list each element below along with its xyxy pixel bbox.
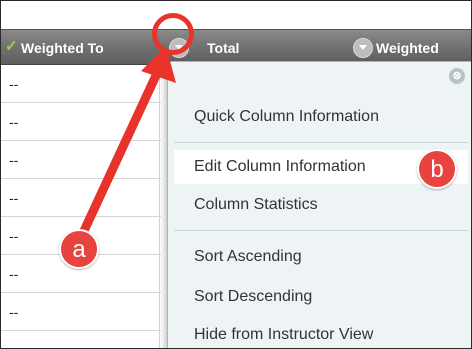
menu-item-sort-ascending[interactable]: Sort Ascending (174, 240, 468, 274)
table-row[interactable]: -- (1, 179, 161, 217)
menu-item-hide-from-instructor-view[interactable]: Hide from Instructor View (174, 318, 468, 348)
annotation-badge-b: b (417, 149, 457, 189)
table-row[interactable]: -- (1, 65, 161, 103)
column-header-weighted-total[interactable]: Weighted To (21, 30, 169, 66)
grade-center-frame: ✓ Weighted To Total Weighted -- -- -- --… (0, 0, 472, 349)
menu-divider (174, 230, 468, 231)
check-icon: ✓ (5, 38, 18, 55)
annotation-badge-a: a (59, 229, 99, 269)
menu-item-quick-column-information[interactable]: Quick Column Information (174, 100, 468, 134)
chevron-down-icon (359, 45, 367, 51)
table-row[interactable]: -- (1, 141, 161, 179)
column-divider (159, 65, 160, 348)
column-menu-button-weighted[interactable] (353, 38, 373, 58)
table-row[interactable]: -- (1, 103, 161, 141)
grid-body: -- -- -- -- -- -- -- (1, 65, 161, 348)
grid-header: ✓ Weighted To Total Weighted (1, 29, 471, 66)
menu-item-sort-descending[interactable]: Sort Descending (174, 280, 468, 314)
annotation-highlight-circle (152, 13, 194, 55)
menu-divider (174, 142, 468, 143)
menu-item-column-statistics[interactable]: Column Statistics (174, 188, 468, 222)
table-row[interactable]: -- (1, 293, 161, 331)
column-context-menu: ⊗ Quick Column Information Edit Column I… (167, 61, 471, 348)
close-icon[interactable]: ⊗ (449, 68, 465, 84)
